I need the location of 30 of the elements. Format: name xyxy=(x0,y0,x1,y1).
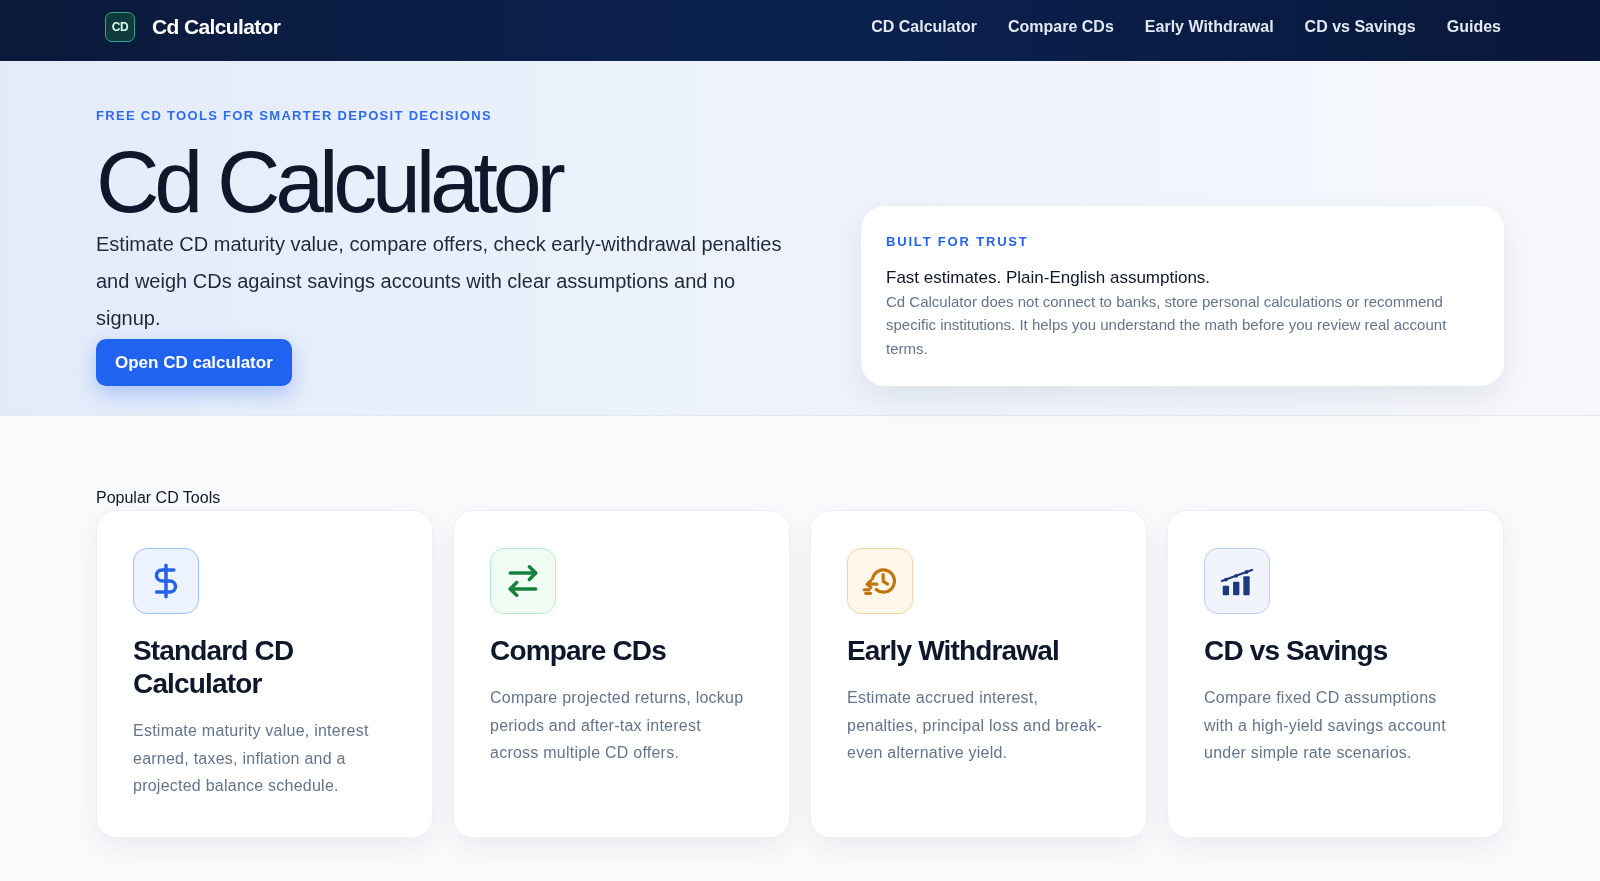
trust-eyebrow: BUILT FOR TRUST xyxy=(886,233,1030,250)
open-calculator-button[interactable]: Open CD calculator xyxy=(96,339,292,386)
card-title: Early Withdrawal xyxy=(847,634,1060,667)
hero-eyebrow: FREE CD TOOLS FOR SMARTER DEPOSIT DECISIONS xyxy=(96,108,493,124)
nav-link[interactable]: CD Calculator xyxy=(871,15,977,39)
section-heading: Popular CD Tools xyxy=(96,489,222,507)
hero-lead: Estimate CD maturity value, compare offers, check early-withdrawal penalties and weigh CDs against savings accounts with clear assumptions and no signup. xyxy=(96,232,783,331)
nav-link[interactable]: Compare CDs xyxy=(1008,15,1114,39)
nav-link[interactable]: CD vs Savings xyxy=(1304,15,1416,39)
trust-heading: Fast estimates. Plain-English assumptions. xyxy=(886,266,1212,289)
nav-link[interactable]: Guides xyxy=(1446,15,1501,39)
bar-chart-icon xyxy=(1204,548,1270,614)
nav-link[interactable]: Early Withdrawal xyxy=(1144,15,1274,39)
tool-card[interactable]: CD vs Savings Compare fixed CD assumptions with a high-yield savings account under simple rate scenarios. xyxy=(1167,510,1504,838)
card-description: Estimate accrued interest, penalties, principal loss and break-even alternative yield. xyxy=(847,688,1103,763)
brand-name[interactable]: Cd Calculator xyxy=(152,11,281,43)
tool-card[interactable]: Compare CDs Compare projected returns, lockup periods and after-tax interest across multiple CD offers. xyxy=(453,510,790,838)
dollar-icon xyxy=(133,548,199,614)
card-description: Compare projected returns, lockup periods and after-tax interest across multiple CD offers. xyxy=(490,688,745,763)
swap-arrows-icon xyxy=(490,548,556,614)
trust-body: Cd Calculator does not connect to banks, store personal calculations or recommend specific institutions. It helps you understand the math before you review real account terms. xyxy=(886,291,1448,359)
card-title: Standard CD Calculator xyxy=(133,634,295,700)
card-title: CD vs Savings xyxy=(1204,634,1389,667)
tool-card[interactable]: Early Withdrawal Estimate accrued interest, penalties, principal loss and break-even alternative yield. xyxy=(810,510,1147,838)
tool-card[interactable]: Standard CD Calculator Estimate maturity value, interest earned, taxes, inflation and a projected balance schedule. xyxy=(96,510,433,838)
card-title: Compare CDs xyxy=(490,634,667,667)
hero-title: Cd Calculator xyxy=(96,138,562,226)
logo-mark[interactable]: CD xyxy=(105,12,135,42)
card-description: Estimate maturity value, interest earned, taxes, inflation and a projected balance schedule. xyxy=(133,721,370,796)
card-description: Compare fixed CD assumptions with a high-yield savings account under simple rate scenarios. xyxy=(1204,688,1447,763)
